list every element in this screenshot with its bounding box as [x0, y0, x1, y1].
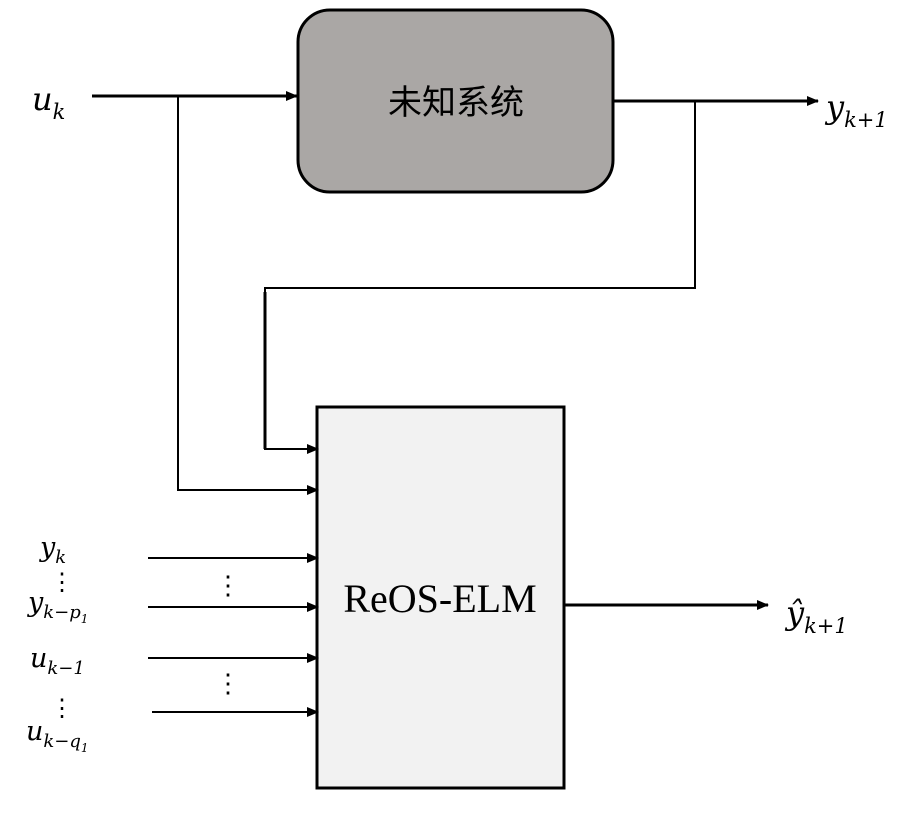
unknown-system-label: 未知系统 — [388, 83, 524, 123]
yk-label: yk — [39, 532, 66, 568]
y-hat-k1-label: ŷk+1 — [784, 594, 848, 638]
unknown-system-block: 未知系统 — [296, 8, 615, 194]
yk1-label: yk+1 — [824, 88, 888, 132]
block-diagram: 未知系统 ReOS-ELM ⋮ ⋮ ⋮ ⋮ uk yk+1 ŷk+1 yk yk… — [26, 8, 888, 790]
reos-elm-label: ReOS-ELM — [343, 576, 536, 621]
inputs-ellipsis-2: ⋮ — [215, 669, 241, 699]
reos-elm-block: ReOS-ELM — [315, 405, 566, 790]
uk-1-label: uk−1 — [30, 643, 85, 679]
labels-ellipsis-1: ⋮ — [50, 568, 74, 596]
labels-ellipsis-2: ⋮ — [50, 694, 74, 722]
uk-label: uk — [32, 80, 65, 124]
inputs-ellipsis-1: ⋮ — [215, 571, 241, 601]
